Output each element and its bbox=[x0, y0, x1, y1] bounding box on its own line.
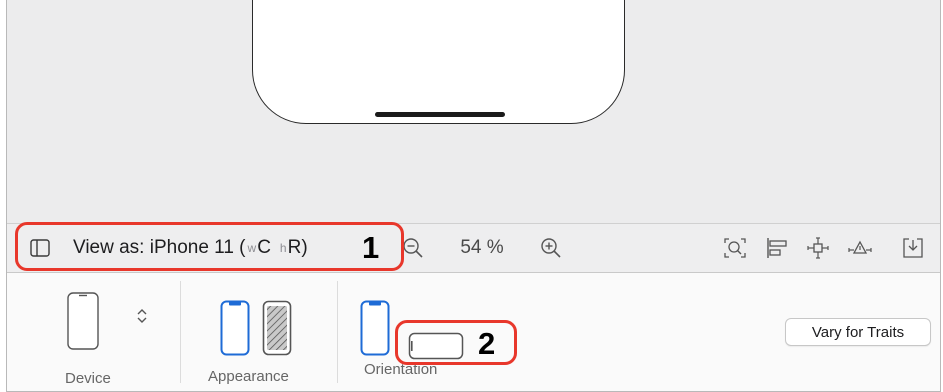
embed-in-icon[interactable] bbox=[900, 224, 926, 272]
zoom-in-icon[interactable] bbox=[538, 224, 564, 272]
interface-builder-window: View as: iPhone 11 (w Ch R) 54 % Device … bbox=[6, 0, 941, 392]
zoom-to-fit-icon[interactable] bbox=[722, 224, 748, 272]
vary-for-traits-button[interactable]: Vary for Traits bbox=[785, 318, 931, 346]
resolve-autolayout-issues-icon[interactable] bbox=[847, 224, 873, 272]
callout-2-number: 2 bbox=[478, 326, 496, 361]
callout-1-number: 1 bbox=[362, 230, 380, 265]
light-appearance-icon[interactable] bbox=[220, 300, 250, 361]
panel-divider bbox=[180, 281, 181, 383]
home-indicator bbox=[375, 112, 505, 117]
dark-appearance-icon[interactable] bbox=[262, 300, 292, 361]
zoom-level-label: 54 % bbox=[460, 237, 504, 258]
callout-2-highlight bbox=[395, 320, 517, 365]
portrait-orientation-icon[interactable] bbox=[360, 300, 390, 361]
chevron-up-down-icon[interactable] bbox=[135, 307, 149, 330]
align-icon[interactable] bbox=[765, 224, 791, 272]
iphone-preview-frame[interactable] bbox=[252, 0, 625, 124]
add-constraints-icon[interactable] bbox=[805, 224, 831, 272]
panel-divider bbox=[337, 281, 338, 383]
device-label: Device bbox=[65, 370, 111, 387]
device-phone-icon[interactable] bbox=[67, 292, 99, 355]
appearance-label: Appearance bbox=[208, 368, 289, 385]
design-canvas[interactable] bbox=[7, 0, 940, 223]
callout-1-highlight bbox=[15, 222, 404, 271]
